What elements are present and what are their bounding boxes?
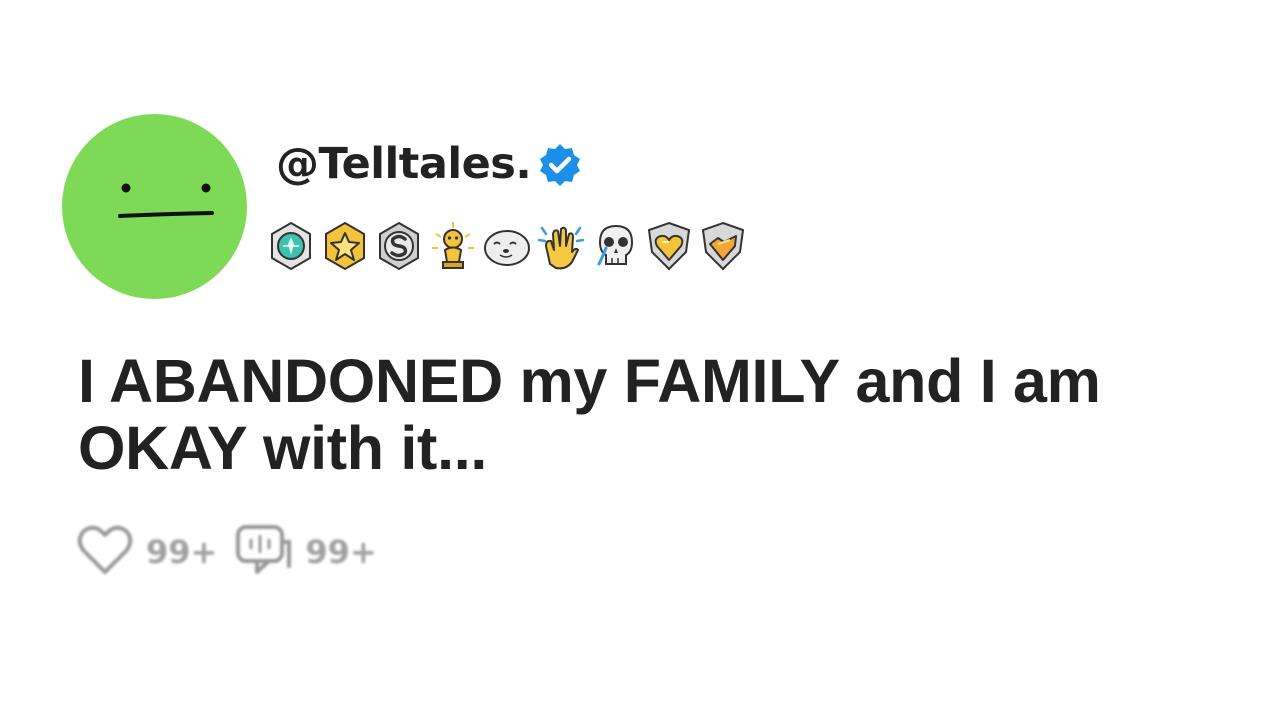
username[interactable]: @Telltales. <box>276 136 532 192</box>
heart-icon[interactable] <box>76 522 134 582</box>
crying-skull-icon <box>590 220 640 272</box>
comments-count: 99+ <box>305 533 377 571</box>
post-card: @Telltales. I ABANDONED my FAMILY and I … <box>0 0 1280 720</box>
silver-s-medal-icon <box>374 220 424 272</box>
awards-row <box>266 218 748 274</box>
verified-badge-icon <box>537 142 583 188</box>
post-stats: 99+ 99+ <box>76 524 395 580</box>
username-row: @Telltales. <box>276 136 583 192</box>
comment-icon[interactable] <box>235 522 293 582</box>
gold-heart-shield-icon <box>644 220 694 272</box>
gold-fire-shield-icon <box>698 220 748 272</box>
diamond-medal-icon <box>266 220 316 272</box>
seal-icon <box>482 220 532 272</box>
gold-trophy-icon <box>428 220 478 272</box>
clapping-hands-icon <box>536 220 586 272</box>
neutral-face-icon <box>118 183 214 218</box>
gold-star-medal-icon <box>320 220 370 272</box>
post-title[interactable]: I ABANDONED my FAMILY and I am OKAY with… <box>78 348 1228 482</box>
avatar[interactable] <box>62 114 247 299</box>
likes-count: 99+ <box>146 533 218 571</box>
